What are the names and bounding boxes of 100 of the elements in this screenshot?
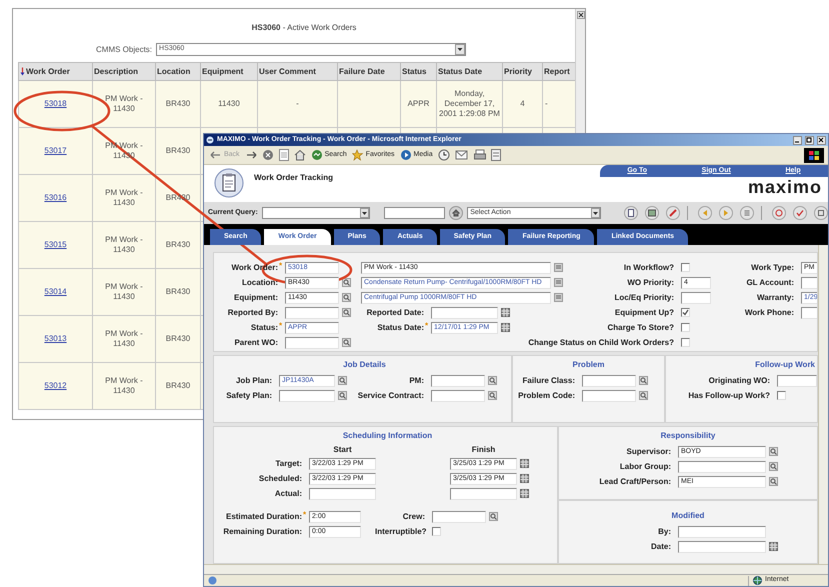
grid-icon[interactable] bbox=[814, 206, 828, 220]
stop-icon[interactable] bbox=[262, 149, 274, 161]
check-icon[interactable] bbox=[793, 206, 807, 220]
column-header[interactable]: User Comment bbox=[258, 62, 338, 80]
column-header[interactable]: Failure Date bbox=[338, 62, 400, 80]
input-field[interactable] bbox=[279, 390, 335, 402]
field-label: Change Status on Child Work Orders? bbox=[527, 338, 674, 346]
scrollbar[interactable] bbox=[575, 9, 585, 133]
table-cell: Monday, December 17, 2001 1:29:08 PM bbox=[436, 80, 502, 128]
house-icon[interactable] bbox=[294, 149, 306, 161]
field-label: Estimated Duration: bbox=[224, 512, 302, 520]
input-field[interactable] bbox=[681, 292, 711, 304]
scrollbar[interactable] bbox=[818, 245, 828, 564]
checkbox[interactable] bbox=[777, 391, 786, 400]
scrollbar[interactable] bbox=[204, 564, 828, 574]
column-heading: Finish bbox=[470, 444, 496, 456]
input-field[interactable] bbox=[678, 526, 766, 538]
input-field[interactable] bbox=[431, 374, 485, 386]
star-icon[interactable] bbox=[352, 149, 364, 161]
column-header[interactable]: Description bbox=[92, 62, 156, 80]
input-field[interactable] bbox=[431, 390, 485, 402]
input-field[interactable] bbox=[431, 306, 498, 318]
house-icon[interactable] bbox=[449, 206, 464, 220]
work-order-link[interactable]: 53017 bbox=[44, 146, 67, 155]
document-icon[interactable] bbox=[624, 206, 638, 220]
maximize-icon[interactable] bbox=[805, 136, 814, 144]
input-field[interactable] bbox=[384, 207, 446, 219]
note-icon[interactable] bbox=[554, 293, 562, 302]
column-header[interactable]: Priority bbox=[502, 62, 542, 80]
input-field[interactable] bbox=[582, 390, 636, 402]
calendar-icon[interactable] bbox=[520, 489, 528, 498]
close-icon[interactable] bbox=[817, 136, 826, 144]
sort-icon[interactable] bbox=[20, 66, 25, 76]
input-field[interactable] bbox=[432, 510, 486, 522]
input-field[interactable] bbox=[678, 460, 766, 472]
field-label: Target: bbox=[274, 460, 302, 468]
checkbox[interactable] bbox=[681, 338, 690, 347]
calendar-icon[interactable] bbox=[500, 323, 510, 332]
work-order-link[interactable]: 53014 bbox=[44, 287, 67, 296]
pencil-icon[interactable] bbox=[666, 206, 680, 220]
minimize-icon[interactable] bbox=[793, 136, 802, 144]
field-label: Originating WO: bbox=[708, 376, 770, 384]
list-icon[interactable] bbox=[740, 206, 754, 220]
checkbox[interactable] bbox=[432, 527, 441, 536]
field-label: Status: bbox=[250, 324, 278, 332]
header-label: Work Order bbox=[26, 66, 70, 76]
work-order-link[interactable]: 53015 bbox=[44, 240, 67, 249]
column-header[interactable]: Location bbox=[156, 62, 200, 80]
image-icon[interactable] bbox=[645, 206, 660, 220]
document-icon[interactable] bbox=[490, 149, 501, 161]
table-cell: PM Work - 11430 bbox=[92, 80, 156, 128]
field-label: Failure Class: bbox=[522, 376, 575, 384]
input-field[interactable] bbox=[450, 488, 517, 500]
work-order-link[interactable]: 53012 bbox=[44, 381, 67, 390]
column-header[interactable]: Equipment bbox=[200, 62, 258, 80]
note-icon[interactable] bbox=[554, 263, 562, 272]
column-header[interactable]: Status bbox=[400, 62, 436, 80]
work-order-link[interactable]: 53013 bbox=[44, 334, 67, 343]
field-label: PM: bbox=[408, 376, 424, 384]
field-label: Equipment: bbox=[233, 294, 278, 302]
clock-icon[interactable] bbox=[438, 149, 450, 161]
field-label: Supervisor: bbox=[626, 448, 671, 456]
input-field[interactable] bbox=[678, 540, 766, 552]
field-label: Loc/Eq Priority: bbox=[613, 294, 674, 302]
calendar-icon[interactable] bbox=[768, 542, 778, 551]
printer-icon[interactable] bbox=[474, 149, 486, 161]
checkbox[interactable] bbox=[681, 308, 690, 317]
input-field[interactable] bbox=[285, 306, 339, 318]
field-label: Remaining Duration: bbox=[222, 528, 302, 536]
input-field[interactable] bbox=[285, 336, 339, 348]
play-icon[interactable] bbox=[400, 149, 412, 161]
table-cell: PM Work - 11430 bbox=[92, 268, 156, 316]
checkbox[interactable] bbox=[681, 263, 690, 272]
select-field[interactable] bbox=[262, 207, 370, 219]
close-icon[interactable] bbox=[576, 11, 584, 19]
table-cell: APPR bbox=[400, 80, 436, 128]
input-field[interactable] bbox=[309, 488, 376, 500]
work-order-link[interactable]: 53016 bbox=[44, 193, 67, 202]
field-label: WO Priority: bbox=[626, 278, 674, 286]
field-label: Reported By: bbox=[226, 308, 278, 316]
column-header[interactable]: Work Order bbox=[18, 62, 92, 80]
work-order-link[interactable]: 53018 bbox=[44, 99, 67, 108]
field-label: GL Account: bbox=[745, 278, 794, 286]
forward-arrow-icon[interactable] bbox=[244, 149, 257, 161]
field-label: In Workflow? bbox=[622, 264, 674, 272]
envelope-icon[interactable] bbox=[454, 149, 469, 161]
calendar-icon[interactable] bbox=[520, 474, 528, 483]
section-title: Scheduling Information bbox=[342, 431, 434, 441]
required-mark: * bbox=[278, 322, 284, 330]
column-header[interactable]: Report bbox=[542, 62, 575, 80]
field-label: Reported Date: bbox=[366, 308, 424, 316]
checkbox[interactable] bbox=[681, 323, 690, 332]
calendar-icon[interactable] bbox=[520, 459, 528, 468]
flag-icon bbox=[804, 148, 824, 162]
note-icon[interactable] bbox=[554, 278, 562, 287]
input-field[interactable] bbox=[582, 374, 636, 386]
input-field[interactable] bbox=[777, 374, 817, 386]
field-label: Parent WO: bbox=[233, 338, 278, 346]
column-header[interactable]: Status Date bbox=[436, 62, 502, 80]
calendar-icon[interactable] bbox=[500, 308, 510, 317]
